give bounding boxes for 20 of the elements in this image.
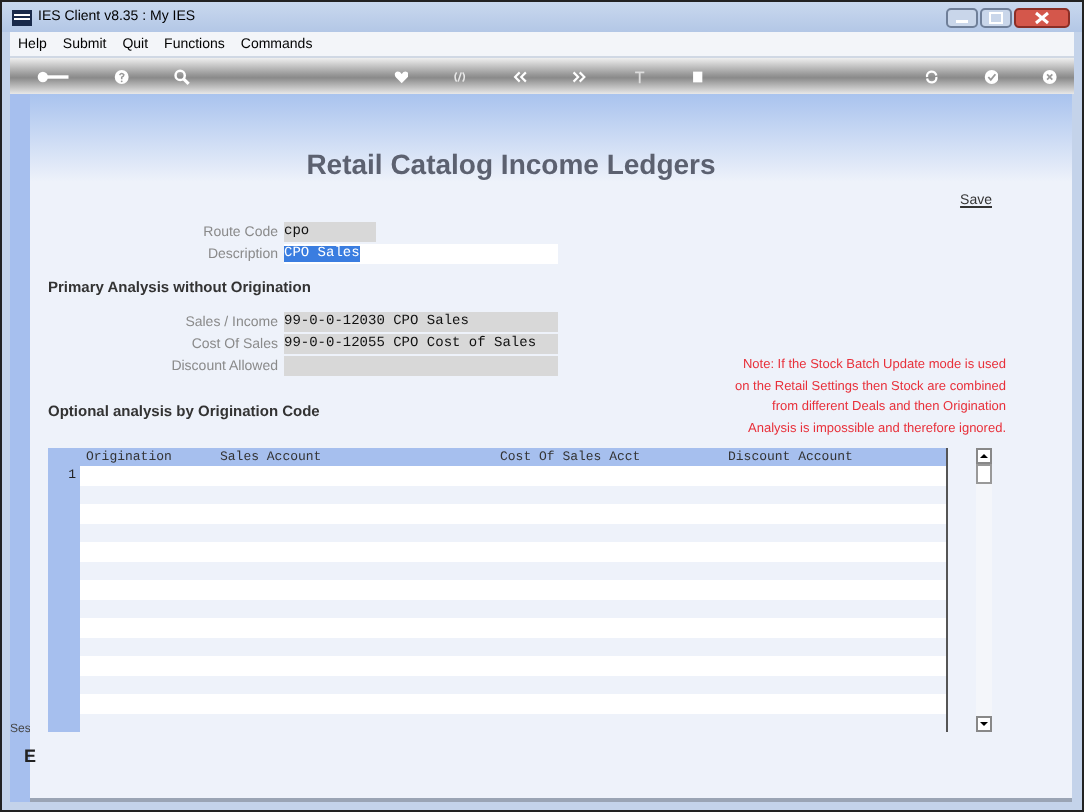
heart-icon[interactable] — [393, 67, 409, 85]
app-icon — [12, 9, 32, 25]
minimize-icon[interactable] — [946, 7, 978, 27]
page-title: Retail Catalog Income Ledgers — [306, 148, 716, 182]
scroll-down-icon[interactable] — [976, 716, 992, 732]
search-icon[interactable] — [173, 67, 190, 85]
scroll-thumb[interactable] — [976, 464, 992, 484]
check-icon[interactable] — [983, 67, 999, 85]
help-icon[interactable] — [114, 67, 130, 85]
scrollbar[interactable] — [976, 448, 992, 732]
double-right-icon[interactable] — [571, 67, 587, 85]
key-icon[interactable] — [36, 69, 71, 83]
close-icon[interactable] — [1014, 7, 1070, 27]
input-field[interactable] — [284, 356, 558, 376]
scroll-up-icon[interactable] — [976, 448, 992, 464]
refresh-icon[interactable] — [923, 67, 940, 85]
double-left-icon[interactable] — [512, 67, 528, 85]
key-label: E — [24, 746, 37, 766]
stop-icon[interactable] — [690, 67, 706, 85]
maximize-icon[interactable] — [980, 7, 1012, 27]
